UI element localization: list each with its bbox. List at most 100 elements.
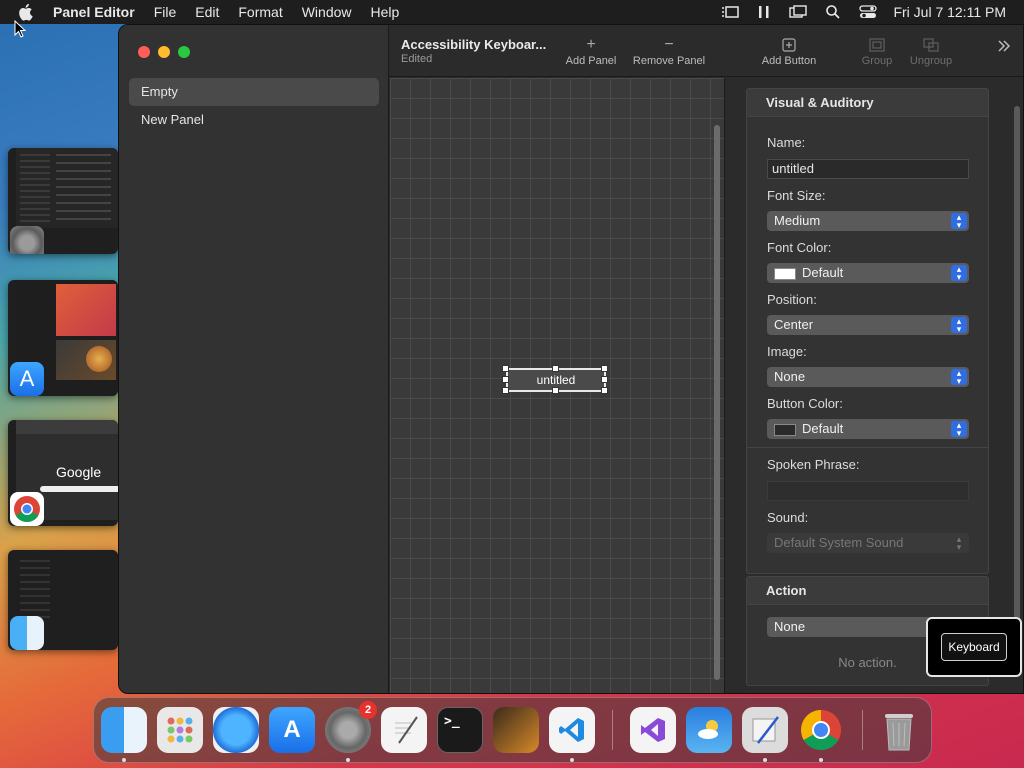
dock-terminal-icon[interactable]: >_ <box>437 707 483 753</box>
group-icon <box>857 35 897 55</box>
name-label: Name: <box>767 135 806 150</box>
running-indicator <box>346 758 350 762</box>
panel-canvas[interactable]: untitled <box>390 78 725 693</box>
menu-clock[interactable]: Fri Jul 7 12:11 PM <box>893 4 1006 20</box>
dock-app-store-icon[interactable]: A <box>269 707 315 753</box>
resize-handle[interactable] <box>601 376 608 383</box>
panel-editor-window: Empty New Panel Accessibility Keyboar...… <box>118 24 1024 694</box>
section-header: Action <box>747 577 988 605</box>
dock-visual-studio-icon[interactable] <box>630 707 676 753</box>
dock-trash-icon[interactable] <box>876 707 922 753</box>
dock-vscode-icon[interactable] <box>549 707 595 753</box>
stage-thumb-finder[interactable] <box>8 550 118 650</box>
app-store-icon: A <box>10 362 44 396</box>
sound-label: Sound: <box>767 510 809 525</box>
dock-launchpad-icon[interactable] <box>157 707 203 753</box>
image-popup[interactable]: None ▴ ▾ <box>767 367 969 387</box>
inspector-scrollbar[interactable] <box>1014 106 1020 666</box>
add-button-icon <box>754 35 824 55</box>
color-swatch <box>774 267 796 280</box>
resize-handle[interactable] <box>502 376 509 383</box>
sidebar-item-empty[interactable]: Empty <box>129 78 379 106</box>
ungroup-icon <box>903 35 959 55</box>
position-value: Center <box>774 317 814 332</box>
pause-icon[interactable] <box>757 5 771 19</box>
spoken-phrase-label: Spoken Phrase: <box>767 457 860 472</box>
button-color-popup[interactable]: Default ▴ ▾ <box>767 419 969 439</box>
sound-value: Default System Sound <box>774 535 904 550</box>
running-indicator <box>570 758 574 762</box>
toolbar-overflow-chevron-icon[interactable] <box>997 39 1011 58</box>
font-color-label: Font Color: <box>767 240 832 255</box>
section-header: Visual & Auditory <box>747 89 988 117</box>
position-popup[interactable]: Center ▴ ▾ <box>767 315 969 335</box>
name-field[interactable]: untitled <box>767 159 969 179</box>
color-swatch <box>774 423 796 436</box>
notification-badge: 2 <box>359 701 377 719</box>
dock-safari-icon[interactable] <box>213 707 259 753</box>
menu-window[interactable]: Window <box>302 4 352 20</box>
chevron-updown-icon: ▴ ▾ <box>951 421 967 438</box>
resize-handle[interactable] <box>552 365 559 372</box>
remove-panel-button[interactable]: − Remove Panel <box>629 35 709 67</box>
stage-thumb-app-store[interactable]: A <box>8 280 118 396</box>
zoom-button[interactable] <box>178 46 190 58</box>
minus-icon: − <box>664 36 674 53</box>
add-button-label: Add Button <box>761 55 817 67</box>
dock-script-editor-icon[interactable] <box>742 707 788 753</box>
visual-auditory-section: Visual & Auditory Name: untitled Font Si… <box>746 88 989 574</box>
stage-thumb-chrome[interactable]: Google <box>8 420 118 526</box>
control-center-icon[interactable] <box>859 5 878 19</box>
font-size-value: Medium <box>774 213 821 228</box>
resize-handle[interactable] <box>601 387 608 394</box>
sound-popup[interactable]: Default System Sound ▴ ▾ <box>767 533 969 553</box>
search-icon[interactable] <box>825 4 841 20</box>
chrome-icon <box>10 492 44 526</box>
chevron-updown-icon: ▴ ▾ <box>951 265 967 282</box>
stage-thumb-settings[interactable] <box>8 148 118 254</box>
menu-edit[interactable]: Edit <box>195 4 219 20</box>
add-panel-button[interactable]: + Add Panel <box>559 35 623 67</box>
dock-separator <box>612 710 613 750</box>
running-indicator <box>763 758 767 762</box>
menu-bar: Panel Editor File Edit Format Window Hel… <box>0 0 1024 24</box>
dock-chrome-icon[interactable] <box>798 707 844 753</box>
keyboard-button[interactable]: Keyboard <box>941 633 1007 661</box>
menu-format[interactable]: Format <box>238 4 282 20</box>
spoken-phrase-field[interactable] <box>767 481 969 501</box>
font-size-popup[interactable]: Medium ▴ ▾ <box>767 211 969 231</box>
resize-handle[interactable] <box>601 365 608 372</box>
menu-app-name[interactable]: Panel Editor <box>53 4 135 20</box>
dock-textedit-icon[interactable] <box>381 707 427 753</box>
dock-finder-icon[interactable] <box>101 707 147 753</box>
action-value: None <box>774 619 806 634</box>
sidebar-item-new-panel[interactable]: New Panel <box>129 106 379 134</box>
resize-handle[interactable] <box>552 387 559 394</box>
mouse-cursor-icon <box>14 19 28 45</box>
running-indicator <box>819 758 823 762</box>
resize-handle[interactable] <box>502 387 509 394</box>
dock-separator <box>862 710 863 750</box>
resize-handle[interactable] <box>502 365 509 372</box>
remove-panel-label: Remove Panel <box>632 55 706 67</box>
stage-manager-icon[interactable] <box>721 5 740 19</box>
running-indicator <box>122 758 126 762</box>
minimize-button[interactable] <box>158 46 170 58</box>
mirroring-icon[interactable] <box>789 5 808 19</box>
menu-help[interactable]: Help <box>371 4 400 20</box>
font-color-popup[interactable]: Default ▴ ▾ <box>767 263 969 283</box>
add-button-button[interactable]: Add Button <box>754 35 824 67</box>
dock-weather-icon[interactable] <box>686 707 732 753</box>
ungroup-label: Ungroup <box>909 55 953 67</box>
close-button[interactable] <box>138 46 150 58</box>
canvas-scrollbar[interactable] <box>714 125 720 680</box>
image-value: None <box>774 369 806 384</box>
menu-file[interactable]: File <box>154 4 177 20</box>
keyboard-panel: Keyboard <box>926 617 1022 677</box>
dock-system-settings-icon[interactable]: 2 <box>325 701 377 753</box>
ungroup-button[interactable]: Ungroup <box>903 35 959 67</box>
dock-garageband-icon[interactable] <box>493 707 539 753</box>
apple-menu-icon[interactable] <box>17 3 39 21</box>
font-size-label: Font Size: <box>767 188 826 203</box>
group-button[interactable]: Group <box>857 35 897 67</box>
